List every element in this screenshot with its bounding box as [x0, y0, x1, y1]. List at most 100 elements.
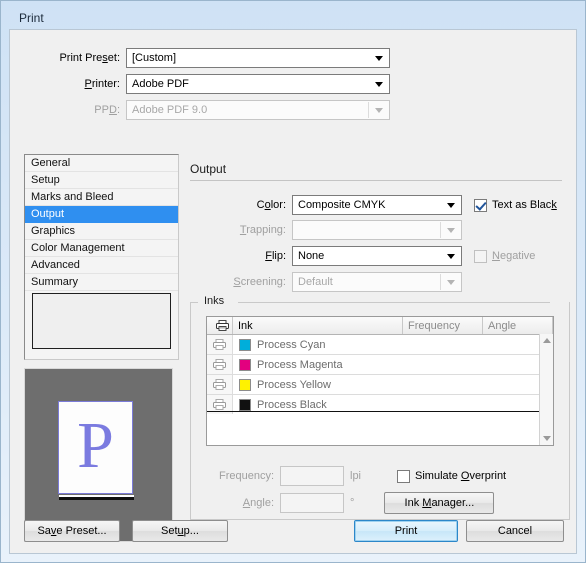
print-preset-combo[interactable]: [Custom]	[126, 48, 390, 68]
ink-swatch	[239, 398, 251, 411]
save-preset-label: Save Preset...	[37, 525, 107, 537]
flip-combo[interactable]: None	[292, 246, 462, 266]
table-row[interactable]: Process Magenta	[207, 355, 553, 375]
ink-manager-button[interactable]: Ink Manager...	[384, 492, 495, 514]
row-printer-toggle[interactable]	[207, 335, 233, 354]
color-value: Composite CMYK	[298, 199, 386, 211]
sidebar-item-output[interactable]: Output	[25, 206, 178, 223]
sidebar-item-summary[interactable]: Summary	[25, 274, 178, 291]
preview-page-glyph: P	[77, 408, 114, 482]
chevron-down-icon	[375, 108, 383, 113]
chevron-down-icon	[447, 280, 455, 285]
inks-group-label: Inks	[200, 295, 229, 307]
trapping-row: Trapping:	[190, 220, 462, 240]
section-list[interactable]: General Setup Marks and Bleed Output Gra…	[24, 154, 179, 360]
flip-value: None	[298, 250, 325, 262]
column-header-label: Ink	[238, 319, 253, 332]
group-border-right	[238, 302, 550, 303]
sidebar-item-label: Setup	[31, 174, 60, 186]
cancel-label: Cancel	[497, 525, 533, 537]
panel-divider	[190, 180, 562, 181]
combo-separator	[440, 222, 441, 238]
inks-scrollbar[interactable]	[539, 334, 553, 445]
printer-value: Adobe PDF	[132, 78, 189, 90]
cancel-button[interactable]: Cancel	[466, 520, 564, 542]
setup-button[interactable]: Setup...	[132, 520, 228, 542]
text-as-black-label: Text as Black	[492, 199, 557, 211]
screening-combo: Default	[292, 272, 462, 292]
page-title: Output	[190, 162, 227, 176]
title-bar: Print	[7, 7, 579, 29]
flip-row: Flip: None Negative	[190, 246, 535, 266]
chevron-down-icon	[447, 228, 455, 233]
save-preset-button[interactable]: Save Preset...	[24, 520, 120, 542]
ink-name-cell: Process Yellow	[233, 378, 403, 391]
sidebar-item-marks-and-bleed[interactable]: Marks and Bleed	[25, 189, 178, 206]
scroll-up-icon[interactable]	[543, 338, 551, 343]
checkbox-box	[474, 249, 487, 263]
color-combo[interactable]: Composite CMYK	[292, 195, 462, 215]
ink-swatch	[239, 358, 251, 371]
chevron-down-icon	[447, 254, 455, 259]
row-printer-toggle[interactable]	[207, 375, 233, 394]
sidebar-item-label: Color Management	[31, 242, 125, 254]
text-as-black-checkbox[interactable]: Text as Black	[474, 198, 557, 212]
angle-input	[280, 493, 344, 513]
sidebar-item-setup[interactable]: Setup	[25, 172, 178, 189]
frequency-column-header[interactable]: Frequency	[403, 317, 483, 334]
checkbox-box	[474, 198, 487, 212]
print-button[interactable]: Print	[354, 520, 458, 542]
printer-icon	[213, 399, 226, 410]
screening-label: Screening:	[233, 276, 286, 288]
scroll-down-icon[interactable]	[543, 436, 551, 441]
print-label: Print	[394, 525, 418, 537]
simulate-overprint-label: Simulate Overprint	[415, 470, 507, 482]
printer-row: Printer: Adobe PDF	[24, 74, 444, 94]
angle-label: Angle:	[242, 497, 274, 509]
printer-label: Printer:	[84, 78, 120, 90]
print-preset-row: Print Preset: [Custom]	[24, 48, 444, 68]
table-row[interactable]: Process Cyan	[207, 335, 553, 355]
print-preset-value: [Custom]	[132, 52, 177, 64]
negative-checkbox: Negative	[474, 249, 536, 263]
ppd-combo: Adobe PDF 9.0	[126, 100, 390, 120]
print-dialog-window: Print Print Preset: [Custom] Printer: Ad…	[0, 0, 586, 563]
dialog-body: Print Preset: [Custom] Printer: Adobe PD…	[9, 29, 577, 554]
angle-column-header[interactable]: Angle	[483, 317, 553, 334]
table-row[interactable]: Process Yellow	[207, 375, 553, 395]
chevron-down-icon	[375, 56, 383, 61]
print-preset-label: Print Preset:	[59, 52, 120, 64]
ink-name-label: Process Black	[257, 398, 327, 411]
chevron-down-icon	[447, 203, 455, 208]
section-description-box	[32, 293, 171, 349]
simulate-overprint-checkbox[interactable]: Simulate Overprint	[397, 469, 507, 483]
printer-combo[interactable]: Adobe PDF	[126, 74, 390, 94]
inks-table-header: Ink Frequency Angle	[207, 317, 553, 335]
ink-name-label: Process Cyan	[257, 338, 326, 351]
sidebar-item-general[interactable]: General	[25, 155, 178, 172]
ink-column-header[interactable]: Ink	[233, 317, 403, 334]
ink-list-separator	[207, 411, 540, 412]
ppd-value: Adobe PDF 9.0	[132, 104, 208, 116]
ink-name-cell: Process Magenta	[233, 358, 403, 371]
ink-name-label: Process Magenta	[257, 358, 343, 371]
frequency-input	[280, 466, 344, 486]
sidebar-item-label: Marks and Bleed	[31, 191, 114, 203]
printer-icon	[213, 359, 226, 370]
negative-label: Negative	[492, 250, 536, 262]
row-printer-toggle[interactable]	[207, 355, 233, 374]
printer-icon	[213, 379, 226, 390]
screening-value: Default	[298, 276, 333, 288]
flip-label: Flip:	[265, 250, 286, 262]
trapping-combo	[292, 220, 462, 240]
sidebar-item-label: Advanced	[31, 259, 80, 271]
sidebar-item-graphics[interactable]: Graphics	[25, 223, 178, 240]
sidebar-item-advanced[interactable]: Advanced	[25, 257, 178, 274]
inks-table[interactable]: Ink Frequency Angle Process Cyan Process…	[206, 316, 554, 446]
screening-row: Screening: Default	[190, 272, 462, 292]
sidebar-item-color-management[interactable]: Color Management	[25, 240, 178, 257]
printer-column-header[interactable]	[207, 317, 233, 334]
frequency-unit: lpi	[350, 470, 362, 482]
column-header-label: Frequency	[408, 319, 460, 332]
ink-name-cell: Process Black	[233, 398, 403, 411]
